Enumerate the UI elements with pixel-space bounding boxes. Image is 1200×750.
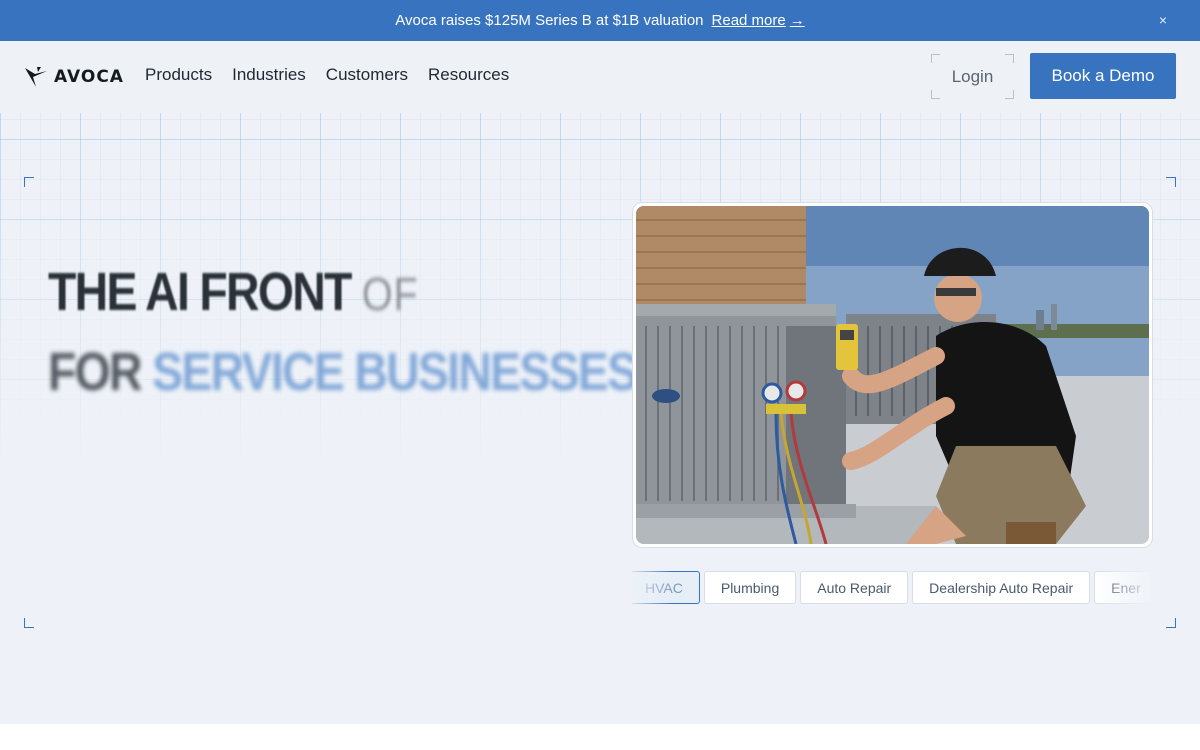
nav-links: Products Industries Customers Resources — [145, 65, 509, 85]
nav-item-resources[interactable]: Resources — [428, 65, 509, 85]
nav-item-industries[interactable]: Industries — [232, 65, 306, 85]
top-navigation: AVOCA Products Industries Customers Reso… — [0, 41, 1200, 113]
book-demo-button[interactable]: Book a Demo — [1030, 53, 1176, 99]
announcement-message: Avoca raises $125M Series B at $1B valua… — [395, 12, 704, 29]
tab-energy[interactable]: Ener — [1094, 571, 1153, 604]
frame-corner — [1166, 177, 1176, 187]
frame-corner — [24, 177, 34, 187]
headline-line-1: THE AI FRONT OF — [48, 253, 636, 333]
login-label: Login — [951, 66, 994, 86]
logo-wordmark: AVOCA — [54, 67, 124, 87]
corner-bracket — [931, 54, 940, 63]
tab-auto-repair[interactable]: Auto Repair — [800, 571, 909, 604]
logo[interactable]: AVOCA — [24, 65, 124, 89]
headline-text: THE AI FRONT — [48, 262, 352, 322]
hvac-technician-photo — [636, 206, 1149, 544]
tab-dealership-auto-repair[interactable]: Dealership Auto Repair — [912, 571, 1091, 604]
close-icon[interactable]: × — [1154, 11, 1172, 29]
frame-corner — [24, 618, 34, 628]
headline-line-2: FOR SERVICE BUSINESSES — [48, 333, 638, 411]
hero-section: THE AI FRONT OF FOR SERVICE BUSINESSES H… — [0, 113, 1200, 724]
arrow-right-icon: → — [789, 12, 805, 29]
tab-hvac[interactable]: HVAC — [632, 571, 700, 604]
industry-tabs: HVAC Plumbing Auto Repair Dealership Aut… — [632, 571, 1153, 605]
tab-plumbing[interactable]: Plumbing — [703, 571, 797, 604]
headline-typing-text: OF — [361, 268, 419, 320]
corner-bracket — [1005, 90, 1014, 99]
nav-item-customers[interactable]: Customers — [326, 65, 408, 85]
corner-bracket — [1005, 54, 1014, 63]
announcement-bar: Avoca raises $125M Series B at $1B valua… — [0, 0, 1200, 41]
industry-tabs-track: HVAC Plumbing Auto Repair Dealership Aut… — [632, 571, 1153, 604]
photo-illustration — [636, 206, 1149, 544]
corner-bracket — [931, 90, 940, 99]
avoca-logo-icon — [25, 67, 47, 87]
headline-accent: SERVICE BUSINESSES — [152, 342, 638, 402]
read-more-label: Read more — [711, 12, 786, 29]
login-button[interactable]: Login — [931, 54, 1014, 99]
headline-prefix: FOR — [48, 342, 143, 402]
read-more-link[interactable]: Read more → — [712, 12, 805, 29]
frame-corner — [1166, 618, 1176, 628]
nav-item-products[interactable]: Products — [145, 65, 212, 85]
hero-image-card — [632, 202, 1153, 548]
hero-headline: THE AI FRONT OF FOR SERVICE BUSINESSES — [48, 253, 638, 411]
